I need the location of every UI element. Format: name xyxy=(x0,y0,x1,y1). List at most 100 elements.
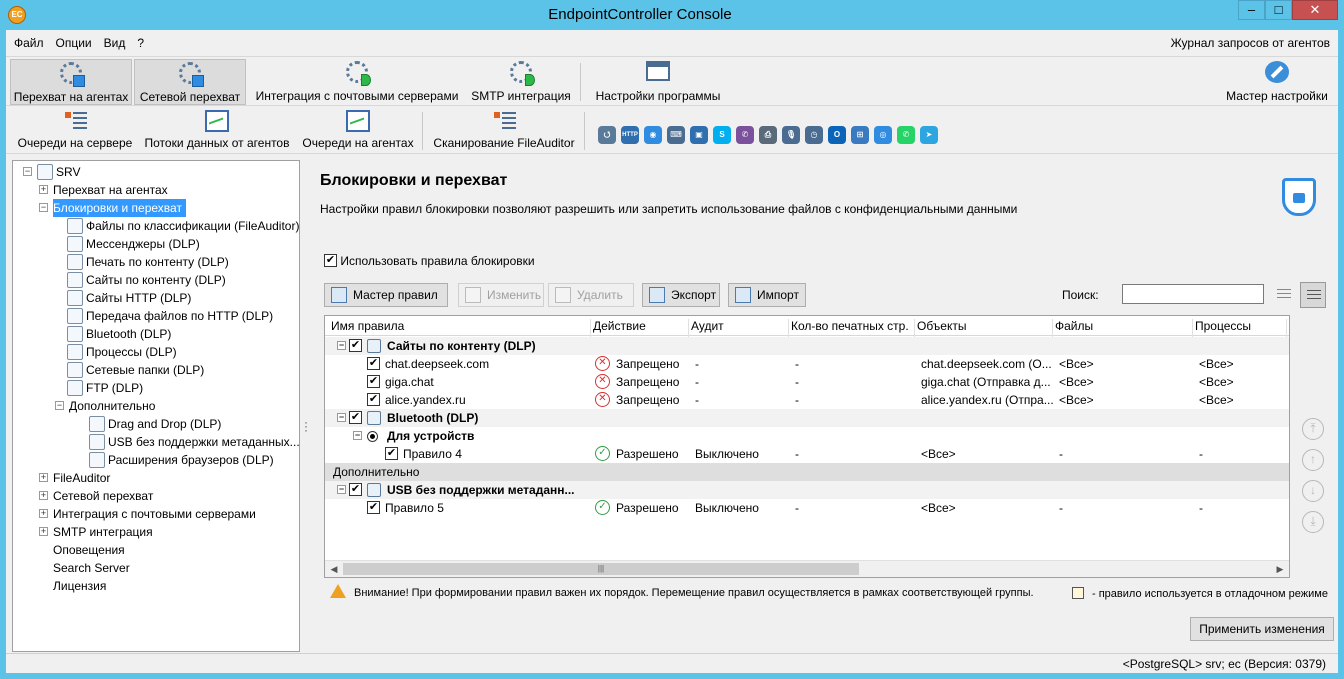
align-center-icon[interactable] xyxy=(1300,282,1326,308)
horizontal-scrollbar[interactable]: ◀ ||| ▶ xyxy=(325,560,1289,577)
http-icon[interactable]: HTTP xyxy=(621,126,639,144)
viber-icon[interactable]: ✆ xyxy=(736,126,754,144)
whatsapp-icon[interactable]: ✆ xyxy=(897,126,915,144)
column-header[interactable]: Аудит xyxy=(691,319,789,337)
tree-item[interactable]: Процессы (DLP) xyxy=(67,343,177,361)
table-row[interactable]: − ✔ USB без поддержки метаданн... xyxy=(325,481,1289,499)
expand-icon[interactable]: + xyxy=(39,473,48,482)
tree-item[interactable]: Файлы по классификации (FileAuditor) xyxy=(67,217,299,235)
row-checkbox[interactable]: ✔ xyxy=(385,447,398,460)
collapse-icon[interactable]: − xyxy=(23,167,32,176)
ribbon-setup-wizard-button[interactable]: Мастер настройки xyxy=(1220,59,1334,105)
printer-icon[interactable]: ⎙ xyxy=(759,126,777,144)
menu-view[interactable]: Вид xyxy=(104,36,126,50)
export-button[interactable]: Экспорт xyxy=(642,283,720,307)
table-row[interactable]: ✔ chat.deepseek.com ✕ Запрещено - - chat.deeps… xyxy=(325,355,1289,373)
tree-item[interactable]: SRV xyxy=(37,163,80,181)
collapse-icon[interactable]: − xyxy=(337,413,346,422)
collapse-icon[interactable]: − xyxy=(55,401,64,410)
tree-item[interactable]: Сайты по контенту (DLP) xyxy=(67,271,226,289)
apply-changes-button[interactable]: Применить изменения xyxy=(1190,617,1334,641)
table-row[interactable]: − ✔ Сайты по контенту (DLP) xyxy=(325,337,1289,355)
tree-item[interactable]: Лицензия xyxy=(53,577,106,595)
tree-item[interactable]: Мессенджеры (DLP) xyxy=(67,235,200,253)
ribbon-agent-intercept-button[interactable]: Перехват на агентах xyxy=(10,59,132,105)
ribbon-network-intercept-button[interactable]: Сетевой перехват xyxy=(134,59,246,105)
delete-rule-button[interactable]: Удалить xyxy=(548,283,634,307)
tree-item[interactable]: Оповещения xyxy=(53,541,125,559)
row-checkbox[interactable]: ✔ xyxy=(367,501,380,514)
ribbon-fileauditor-scan-button[interactable]: Сканирование FileAuditor xyxy=(430,108,578,154)
rule-wizard-button[interactable]: Мастер правил xyxy=(324,283,448,307)
checkbox-box[interactable]: ✔ xyxy=(324,254,337,268)
column-header[interactable]: Процессы xyxy=(1195,319,1287,337)
align-left-icon[interactable] xyxy=(1274,285,1294,305)
expand-icon[interactable]: + xyxy=(39,491,48,500)
ribbon-smtp-integration-button[interactable]: SMTP интеграция xyxy=(468,59,574,105)
tree-item[interactable]: Печать по контенту (DLP) xyxy=(67,253,229,271)
scroll-left-icon[interactable]: ◀ xyxy=(326,562,342,576)
clock-icon[interactable]: ◷ xyxy=(805,126,823,144)
move-down-button[interactable]: ↓ xyxy=(1302,480,1324,502)
tree-item[interactable]: Дополнительно xyxy=(69,397,155,415)
table-row[interactable]: ✔ giga.chat ✕ Запрещено - - giga.chat (Отправк… xyxy=(325,373,1289,391)
ribbon-program-settings-button[interactable]: Настройки программы xyxy=(588,59,728,105)
tree-item[interactable]: Сетевой перехват xyxy=(53,487,153,505)
webcam-icon[interactable]: ◎ xyxy=(874,126,892,144)
tree-item[interactable]: Drag and Drop (DLP) xyxy=(89,415,221,433)
agent-request-log-link[interactable]: Журнал запросов от агентов xyxy=(1171,36,1330,50)
search-input[interactable] xyxy=(1122,284,1264,304)
ribbon-mail-integration-button[interactable]: Интеграция с почтовыми серверами xyxy=(250,59,464,105)
menu-file[interactable]: Файл xyxy=(14,36,44,50)
microphone-icon[interactable]: 🎙 xyxy=(782,126,800,144)
row-checkbox[interactable]: ✔ xyxy=(349,483,362,496)
splitter-handle[interactable]: · · · xyxy=(304,416,308,436)
usb-icon[interactable]: ⭯ xyxy=(598,126,616,144)
move-bottom-button[interactable]: ⤓ xyxy=(1302,511,1324,533)
scroll-thumb[interactable]: ||| xyxy=(343,563,859,575)
column-header[interactable]: Файлы xyxy=(1055,319,1193,337)
telegram-icon[interactable]: ➤ xyxy=(920,126,938,144)
row-checkbox[interactable]: ✔ xyxy=(367,393,380,406)
ribbon-agent-data-streams-button[interactable]: Потоки данных от агентов xyxy=(142,108,292,154)
outlook-icon[interactable]: O xyxy=(828,126,846,144)
ribbon-agent-queues-button[interactable]: Очереди на агентах xyxy=(300,108,416,154)
table-row[interactable]: ✔ Правило 5 ✓ Разрешено Выключено - <Все> - - xyxy=(325,499,1289,517)
menu-help[interactable]: ? xyxy=(137,36,144,50)
monitor-icon[interactable]: ▣ xyxy=(690,126,708,144)
expand-icon[interactable]: + xyxy=(39,185,48,194)
globe-icon[interactable]: ◉ xyxy=(644,126,662,144)
tree-item[interactable]: Сетевые папки (DLP) xyxy=(67,361,204,379)
tree-item[interactable]: Сайты HTTP (DLP) xyxy=(67,289,191,307)
import-button[interactable]: Импорт xyxy=(728,283,806,307)
collapse-icon[interactable]: − xyxy=(337,485,346,494)
menu-options[interactable]: Опции xyxy=(56,36,92,50)
column-header[interactable]: Объекты xyxy=(917,319,1053,337)
tree-item[interactable]: Search Server xyxy=(53,559,130,577)
row-checkbox[interactable]: ✔ xyxy=(349,339,362,352)
move-top-button[interactable]: ⤒ xyxy=(1302,418,1324,440)
keyboard-icon[interactable]: ⌨ xyxy=(667,126,685,144)
table-row[interactable]: Дополнительно xyxy=(325,463,1289,481)
expand-icon[interactable]: + xyxy=(39,527,48,536)
close-button[interactable]: ✕ xyxy=(1292,0,1338,20)
table-row[interactable]: − Для устройств xyxy=(325,427,1289,445)
table-row[interactable]: ✔ Правило 4 ✓ Разрешено Выключено - <Все> - - xyxy=(325,445,1289,463)
tree-item[interactable]: FileAuditor xyxy=(53,469,110,487)
column-header[interactable]: Действие xyxy=(593,319,689,337)
table-row[interactable]: ✔ alice.yandex.ru ✕ Запрещено - - alice.yandex… xyxy=(325,391,1289,409)
row-checkbox[interactable]: ✔ xyxy=(367,357,380,370)
tree-item[interactable]: Блокировки и перехват xyxy=(53,199,186,217)
tree-item[interactable]: Интеграция с почтовыми серверами xyxy=(53,505,256,523)
collapse-icon[interactable]: − xyxy=(39,203,48,212)
ribbon-server-queues-button[interactable]: Очереди на сервере xyxy=(12,108,138,154)
maximize-button[interactable]: □ xyxy=(1265,0,1292,20)
tree-item[interactable]: Bluetooth (DLP) xyxy=(67,325,171,343)
move-up-button[interactable]: ↑ xyxy=(1302,449,1324,471)
edit-rule-button[interactable]: Изменить xyxy=(458,283,544,307)
tree-item[interactable]: Расширения браузеров (DLP) xyxy=(89,451,274,469)
row-checkbox[interactable]: ✔ xyxy=(367,375,380,388)
tree-item[interactable]: FTP (DLP) xyxy=(67,379,143,397)
row-checkbox[interactable]: ✔ xyxy=(349,411,362,424)
collapse-icon[interactable]: − xyxy=(353,431,362,440)
